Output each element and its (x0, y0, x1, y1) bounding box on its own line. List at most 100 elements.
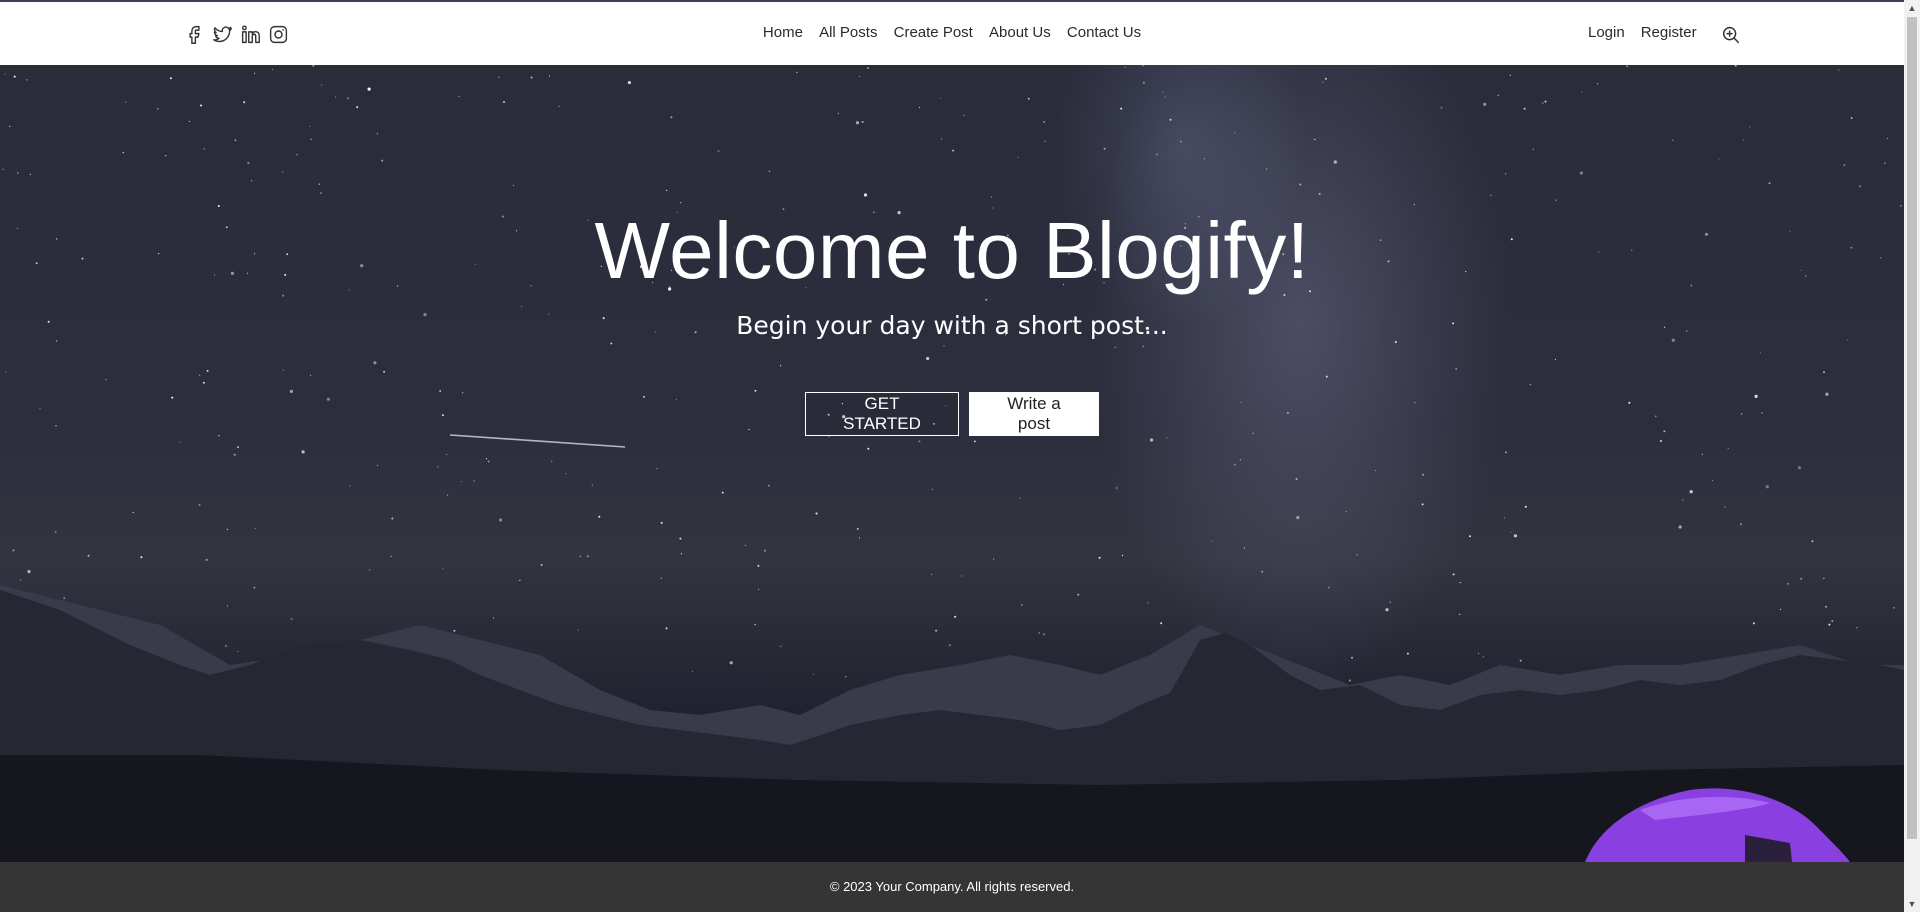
star (1524, 505, 1527, 508)
star (1843, 164, 1846, 167)
star (503, 101, 505, 103)
get-started-button[interactable]: GET STARTED (805, 392, 959, 436)
star (453, 629, 456, 632)
star (1180, 141, 1182, 143)
star (356, 106, 359, 109)
star (1211, 540, 1213, 542)
write-post-button[interactable]: Write a post (969, 392, 1099, 436)
star (1164, 96, 1166, 98)
star (1765, 485, 1769, 489)
star (656, 467, 658, 470)
nav-contact-us[interactable]: Contact Us (1067, 24, 1141, 41)
register-link[interactable]: Register (1641, 24, 1697, 41)
star (591, 484, 593, 486)
star (224, 644, 227, 647)
star (1828, 623, 1831, 626)
nav-all-posts[interactable]: All Posts (819, 24, 877, 41)
star (254, 527, 256, 529)
star (165, 155, 167, 157)
star (1579, 171, 1583, 175)
star (548, 75, 551, 77)
hero-section: Welcome to Blogify! Begin your day with … (0, 65, 1904, 862)
star (1243, 547, 1245, 549)
star (931, 488, 933, 490)
star (1554, 358, 1556, 361)
star (1544, 100, 1547, 103)
star (203, 148, 205, 150)
star (237, 650, 239, 652)
nav-home[interactable]: Home (763, 24, 803, 41)
star (1421, 503, 1424, 506)
star (1513, 534, 1517, 538)
star (1142, 65, 1144, 67)
star (1740, 523, 1742, 526)
nav-about-us[interactable]: About Us (989, 24, 1051, 41)
star (1115, 487, 1118, 489)
star (200, 104, 202, 107)
star (858, 537, 861, 539)
star (156, 107, 159, 110)
star (540, 564, 543, 566)
star (1019, 497, 1021, 499)
star (447, 494, 449, 496)
star (1504, 451, 1507, 454)
star (391, 517, 394, 520)
star (780, 645, 782, 648)
star (796, 71, 798, 73)
star (1296, 516, 1300, 520)
star (521, 306, 523, 308)
star (1121, 554, 1124, 557)
star (1455, 367, 1458, 370)
scroll-thumb[interactable] (1907, 17, 1917, 839)
star (1626, 65, 1629, 68)
zoom-in-search-icon[interactable] (1720, 24, 1742, 46)
star (866, 67, 869, 70)
star (206, 369, 209, 372)
star (717, 150, 720, 153)
scroll-up-arrow-icon[interactable]: ▲ (1904, 0, 1920, 16)
star (627, 81, 632, 85)
site-header: Home All Posts Create Post About Us Cont… (0, 2, 1904, 65)
star (961, 575, 963, 577)
star (729, 661, 733, 665)
star (243, 101, 246, 104)
star (2, 168, 4, 170)
star (985, 298, 988, 301)
nav-create-post[interactable]: Create Post (894, 24, 973, 41)
star (199, 374, 201, 376)
star (1345, 510, 1347, 513)
star (1659, 440, 1662, 442)
star (665, 627, 668, 630)
star (347, 97, 349, 100)
star (1124, 66, 1126, 68)
star (1356, 554, 1358, 556)
scroll-down-arrow-icon[interactable]: ▼ (1904, 896, 1920, 912)
star (318, 183, 320, 185)
star (282, 369, 284, 371)
star (1038, 632, 1040, 634)
star (1348, 679, 1351, 682)
star (1150, 438, 1154, 442)
star (498, 76, 500, 78)
star (551, 460, 553, 462)
login-link[interactable]: Login (1588, 24, 1625, 41)
star (1787, 582, 1790, 585)
star (943, 345, 945, 347)
star (247, 161, 250, 164)
star (1459, 582, 1461, 584)
star (679, 537, 682, 540)
star (312, 65, 315, 67)
star (990, 196, 993, 198)
star (1509, 74, 1511, 76)
star (1295, 478, 1298, 480)
star (202, 381, 205, 384)
star (680, 553, 683, 555)
star (458, 95, 460, 97)
star (140, 556, 143, 559)
star (1077, 593, 1080, 596)
page-scrollbar[interactable]: ▲ ▼ (1904, 0, 1920, 912)
star (1831, 620, 1834, 623)
star (1532, 148, 1534, 150)
star (666, 189, 668, 191)
star (1406, 652, 1409, 655)
